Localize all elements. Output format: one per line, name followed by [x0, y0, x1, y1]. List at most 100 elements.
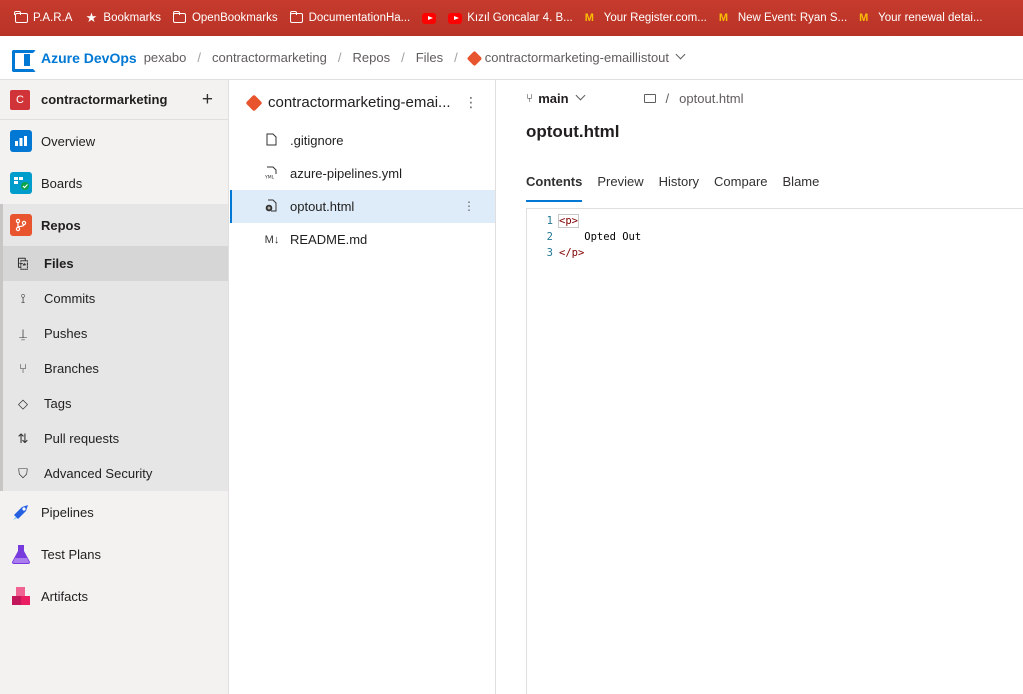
bookmark-register[interactable]: M Your Register.com...	[579, 6, 713, 30]
azure-devops-logo-icon[interactable]	[12, 49, 36, 72]
nav-label: Advanced Security	[44, 466, 153, 481]
project-header[interactable]: C contractormarketing +	[0, 80, 228, 120]
repo-header[interactable]: contractormarketing-emai... ⋮	[230, 80, 495, 124]
breadcrumb-org[interactable]: pexabo	[144, 50, 187, 65]
more-options-icon[interactable]: ⋮	[464, 94, 478, 111]
code-editor[interactable]: 1 <p> 2 Opted Out 3 </p>	[526, 208, 1023, 694]
breadcrumb-files[interactable]: Files	[416, 50, 443, 65]
line-text: </p>	[559, 247, 585, 259]
folder-icon	[14, 11, 28, 24]
breadcrumb-repos[interactable]: Repos	[353, 50, 391, 65]
add-icon[interactable]: +	[202, 89, 213, 111]
breadcrumb-project[interactable]: contractormarketing	[212, 50, 327, 65]
commit-icon: ⟟	[20, 290, 26, 306]
project-avatar: C	[10, 89, 30, 110]
git-repo-icon	[466, 50, 483, 67]
bookmark-kizil-goncalar[interactable]: Kızıl Goncalar 4. B...	[442, 6, 578, 30]
nav-test-plans[interactable]: Test Plans	[0, 533, 228, 575]
tab-compare[interactable]: Compare	[714, 168, 767, 202]
line-number: 1	[546, 215, 553, 227]
bookmark-label: P.A.R.A	[33, 12, 73, 24]
file-path: / optout.html	[643, 90, 744, 106]
bookmark-label: OpenBookmarks	[191, 12, 278, 24]
left-navigation: C contractormarketing + Overview Boards …	[0, 80, 229, 694]
file-tabs: Contents Preview History Compare Blame	[497, 168, 1023, 202]
file-azure-pipelines[interactable]: YML azure-pipelines.yml	[230, 157, 495, 190]
path-separator: /	[665, 90, 670, 106]
push-icon: ⍊	[19, 325, 27, 341]
bookmark-label: DocumentationHa...	[308, 12, 411, 24]
nav-label: Tags	[44, 396, 72, 411]
bookmark-new-event[interactable]: M New Event: Ryan S...	[713, 6, 853, 30]
nav-files[interactable]: ⎘ Files	[3, 246, 228, 281]
brand-link[interactable]: Azure DevOps	[41, 50, 137, 66]
file-name: azure-pipelines.yml	[290, 166, 402, 181]
nav-label: Test Plans	[41, 546, 101, 562]
line-text: Opted Out	[559, 231, 642, 243]
code-line: 2 Opted Out	[527, 229, 1023, 245]
nav-tags[interactable]: ◇ Tags	[3, 386, 228, 421]
tab-preview[interactable]: Preview	[597, 168, 643, 202]
branch-bar: ⑂ main / optout.html	[497, 80, 1023, 116]
tab-history[interactable]: History	[659, 168, 699, 202]
file-name: README.md	[290, 232, 368, 247]
nav-label: Pipelines	[41, 504, 94, 520]
path-file: optout.html	[679, 90, 744, 106]
yaml-file-icon: YML	[264, 166, 278, 182]
nav-boards[interactable]: Boards	[0, 162, 228, 204]
chevron-down-icon[interactable]	[675, 49, 686, 60]
breadcrumb-repo[interactable]: contractormarketing-emaillistout	[485, 50, 669, 65]
file-readme[interactable]: M↓ README.md	[230, 223, 495, 256]
nav-commits[interactable]: ⟟ Commits	[3, 281, 228, 316]
line-number: 3	[546, 247, 553, 259]
bookmark-label: Your Register.com...	[603, 12, 707, 24]
more-options-icon[interactable]: ⋮	[463, 199, 475, 213]
html-file-icon	[264, 199, 278, 215]
branch-icon: ⑂	[19, 361, 27, 376]
pull-request-icon: ⇅	[17, 430, 29, 446]
file-optout-html[interactable]: optout.html ⋮	[230, 190, 495, 223]
nav-label: Files	[44, 256, 74, 271]
nav-pushes[interactable]: ⍊ Pushes	[3, 316, 228, 351]
markdown-file-icon: M↓	[264, 233, 280, 246]
line-number: 2	[546, 231, 553, 243]
nav-label: Boards	[41, 175, 83, 191]
nav-advanced-security[interactable]: ⛉ Advanced Security	[3, 456, 228, 491]
file-tree-pane: contractormarketing-emai... ⋮ .gitignore…	[230, 80, 496, 694]
tab-contents[interactable]: Contents	[526, 168, 583, 202]
file-gitignore[interactable]: .gitignore	[230, 124, 495, 157]
code-line: 1 <p>	[527, 213, 1023, 229]
bookmark-youtube[interactable]	[416, 6, 442, 30]
youtube-icon	[448, 12, 463, 24]
chevron-down-icon	[575, 90, 585, 100]
project-name: contractormarketing	[41, 92, 168, 107]
code-line: 3 </p>	[527, 245, 1023, 261]
overview-icon	[10, 130, 32, 152]
bookmark-renewal[interactable]: M Your renewal detai...	[853, 6, 988, 30]
bookmark-bookmarks[interactable]: ★ Bookmarks	[78, 6, 167, 30]
nav-branches[interactable]: ⑂ Branches	[3, 351, 228, 386]
nav-overview[interactable]: Overview	[0, 120, 228, 162]
line-text: <p>	[558, 214, 579, 228]
file-name: optout.html	[290, 199, 355, 214]
file-icon	[264, 133, 278, 149]
bookmark-openbookmarks[interactable]: OpenBookmarks	[167, 6, 284, 30]
nav-pull-requests[interactable]: ⇅ Pull requests	[3, 421, 228, 456]
nav-label: Pushes	[44, 326, 88, 341]
nav-artifacts[interactable]: Artifacts	[0, 575, 228, 617]
gmail-icon: M	[859, 12, 869, 24]
nav-pipelines[interactable]: Pipelines	[0, 491, 228, 533]
gmail-icon: M	[584, 12, 594, 24]
bookmark-para[interactable]: P.A.R.A	[8, 6, 78, 30]
file-name: .gitignore	[290, 133, 344, 148]
youtube-icon	[422, 12, 437, 24]
folder-icon[interactable]	[643, 93, 656, 103]
nav-label: Artifacts	[41, 588, 88, 604]
repos-section: Repos ⎘ Files ⟟ Commits ⍊ Pushes ⑂ Branc…	[0, 204, 228, 491]
repos-icon	[10, 214, 32, 236]
branch-selector[interactable]: ⑂ main	[526, 90, 585, 106]
nav-repos[interactable]: Repos	[3, 204, 228, 246]
bookmark-label: New Event: Ryan S...	[737, 12, 848, 24]
tab-blame[interactable]: Blame	[783, 168, 820, 202]
bookmark-documentation[interactable]: DocumentationHa...	[284, 6, 417, 30]
